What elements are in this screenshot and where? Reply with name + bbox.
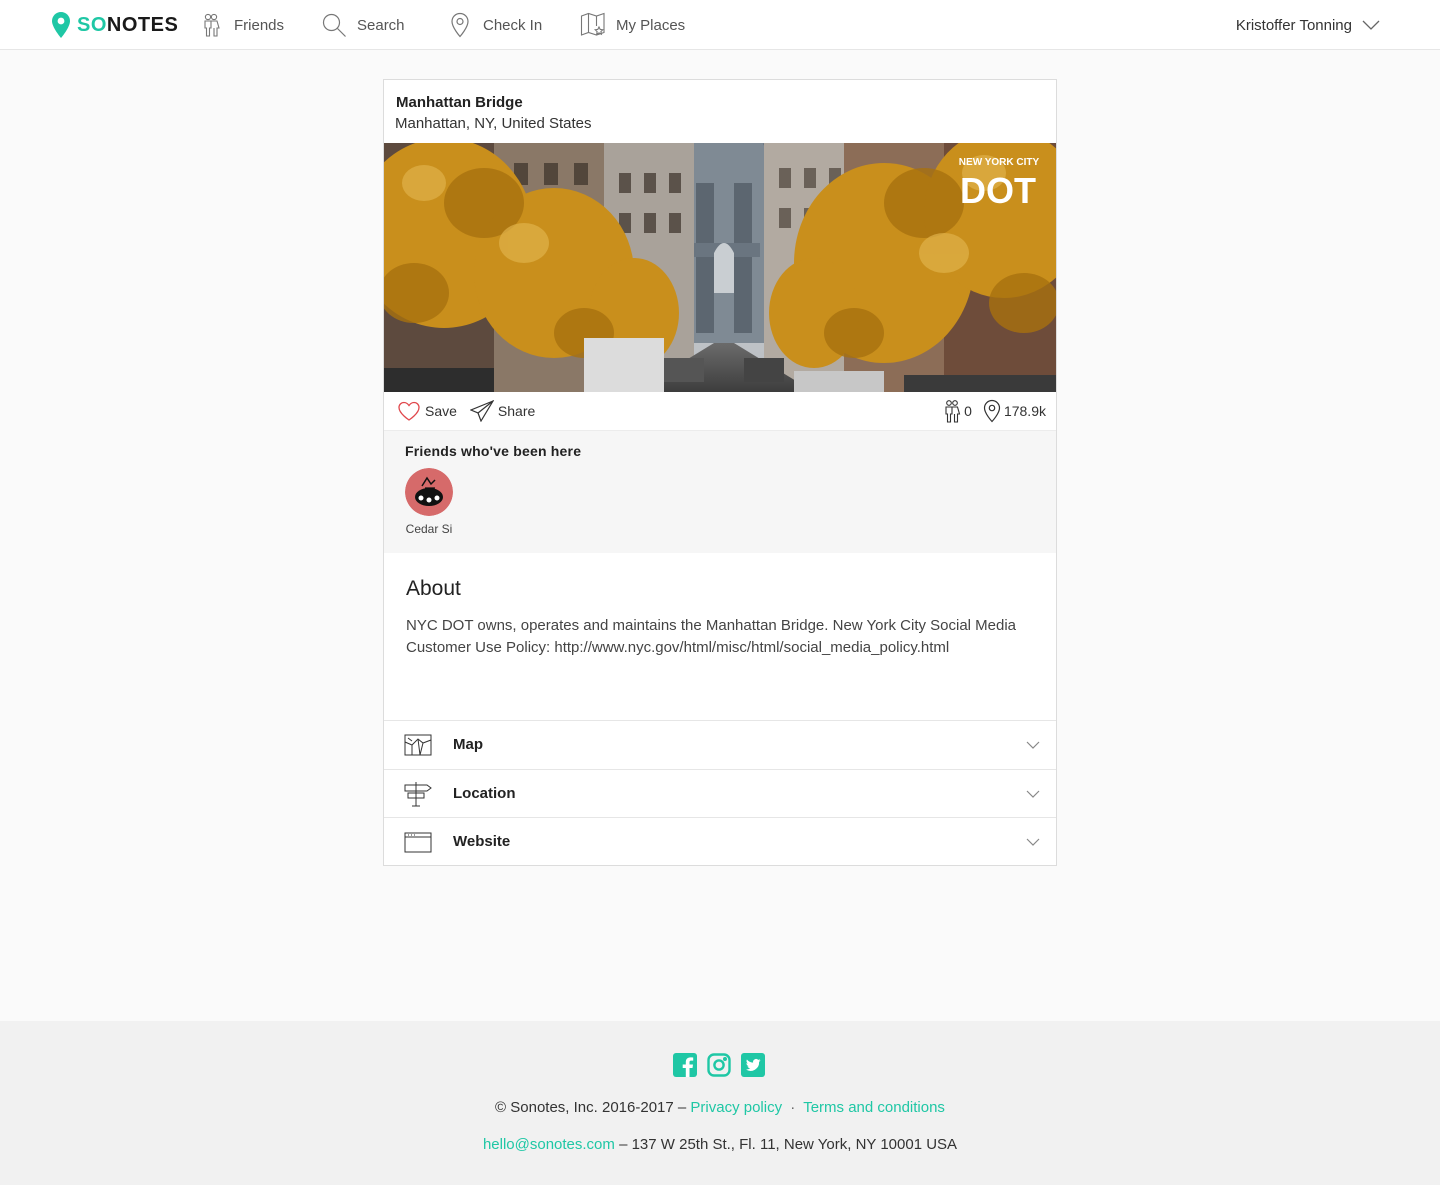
sonotes-logo[interactable]: SONOTES	[52, 11, 178, 39]
map-star-icon	[580, 12, 605, 36]
nav-my-places[interactable]: My Places	[580, 11, 685, 39]
nav-search[interactable]: Search	[321, 11, 405, 39]
about-title: About	[406, 577, 461, 600]
signpost-icon	[404, 782, 432, 807]
terms-link[interactable]: Terms and conditions	[803, 1099, 945, 1116]
nav-check-in-label: Check In	[483, 16, 543, 34]
copyright-text: © Sonotes, Inc. 2016-2017 –	[495, 1099, 687, 1116]
section-location[interactable]: Location	[384, 769, 1056, 817]
site-footer: © Sonotes, Inc. 2016-2017 – Privacy poli…	[0, 1021, 1440, 1185]
friends-icon	[204, 13, 220, 37]
chevron-down-icon	[1026, 790, 1040, 798]
nav-check-in[interactable]: Check In	[447, 11, 542, 39]
footer-separator: ·	[790, 1099, 796, 1116]
friend-avatar-image	[405, 468, 453, 516]
twitter-link[interactable]	[741, 1053, 765, 1077]
nav-friends-label: Friends	[234, 16, 285, 34]
nav-search-label: Search	[357, 16, 405, 34]
footer-legal: © Sonotes, Inc. 2016-2017 – Privacy poli…	[0, 1099, 1440, 1116]
place-header: Manhattan Bridge Manhattan, NY, United S…	[384, 80, 1056, 144]
friends-section-title: Friends who've been here	[405, 443, 582, 459]
about-section: About NYC DOT owns, operates and maintai…	[384, 553, 1056, 721]
map-pin-icon	[451, 12, 469, 38]
heart-icon	[398, 401, 420, 421]
email-link[interactable]: hello@sonotes.com	[483, 1136, 615, 1153]
footer-contact: hello@sonotes.com – 137 W 25th St., Fl. …	[0, 1136, 1440, 1153]
paper-plane-icon	[469, 400, 494, 422]
section-website-label: Website	[453, 833, 511, 850]
search-icon	[322, 13, 346, 37]
logo-pin-icon	[52, 12, 70, 38]
save-button[interactable]: Save	[397, 400, 457, 422]
chevron-down-icon	[1026, 741, 1040, 749]
friends-been-here: Friends who've been here Cedar Si	[384, 431, 1056, 553]
instagram-link[interactable]	[707, 1053, 731, 1077]
privacy-policy-link[interactable]: Privacy policy	[690, 1099, 782, 1116]
map-pin-icon	[983, 399, 1001, 423]
svg-text:NEW YORK CITY: NEW YORK CITY	[959, 157, 1040, 168]
twitter-icon	[741, 1053, 765, 1077]
browser-window-icon	[404, 832, 432, 853]
checkins-count: 178.9k	[1003, 403, 1046, 419]
about-text: NYC DOT owns, operates and maintains the…	[406, 617, 1017, 656]
friends-count: 0	[964, 403, 972, 419]
section-website[interactable]: Website	[384, 817, 1056, 865]
place-card: Manhattan Bridge Manhattan, NY, United S…	[383, 79, 1057, 866]
map-icon	[404, 734, 432, 756]
place-photo: NEW YORK CITY DOT	[384, 143, 1056, 392]
checkins-count-stat: 178.9k	[982, 399, 1046, 423]
chevron-down-icon	[1362, 20, 1380, 30]
top-navbar: SONOTES Friends Search Check In My Place…	[0, 0, 1440, 50]
action-bar: Save Share 0 178.9k	[384, 392, 1056, 431]
nav-my-places-label: My Places	[616, 16, 686, 34]
place-address: Manhattan, NY, United States	[395, 115, 592, 132]
section-map[interactable]: Map	[384, 720, 1056, 768]
instagram-icon	[707, 1053, 731, 1077]
address-text: – 137 W 25th St., Fl. 11, New York, NY 1…	[619, 1136, 958, 1153]
nyc-dot-watermark: NEW YORK CITY DOT	[959, 157, 1040, 211]
nav-friends[interactable]: Friends	[198, 11, 284, 39]
friend-item[interactable]: Cedar Si	[405, 468, 453, 536]
section-location-label: Location	[453, 785, 516, 802]
share-button[interactable]: Share	[469, 400, 536, 422]
friend-name: Cedar Si	[405, 522, 453, 536]
avatar	[405, 468, 453, 516]
chevron-down-icon	[1026, 838, 1040, 846]
user-menu[interactable]: Kristoffer Tonning	[1236, 11, 1380, 39]
share-label: Share	[497, 403, 536, 419]
friends-count-stat: 0	[942, 399, 972, 423]
save-label: Save	[425, 403, 457, 419]
manhattan-bridge-photo: NEW YORK CITY DOT	[384, 143, 1056, 392]
section-map-label: Map	[453, 736, 483, 753]
facebook-icon	[673, 1053, 697, 1077]
friends-icon	[945, 400, 961, 423]
svg-text:DOT: DOT	[960, 170, 1036, 211]
facebook-link[interactable]	[673, 1053, 697, 1077]
user-name: Kristoffer Tonning	[1235, 16, 1352, 34]
logo-wordmark: SONOTES	[77, 13, 179, 36]
place-title: Manhattan Bridge	[396, 94, 523, 111]
social-links	[673, 1053, 765, 1077]
